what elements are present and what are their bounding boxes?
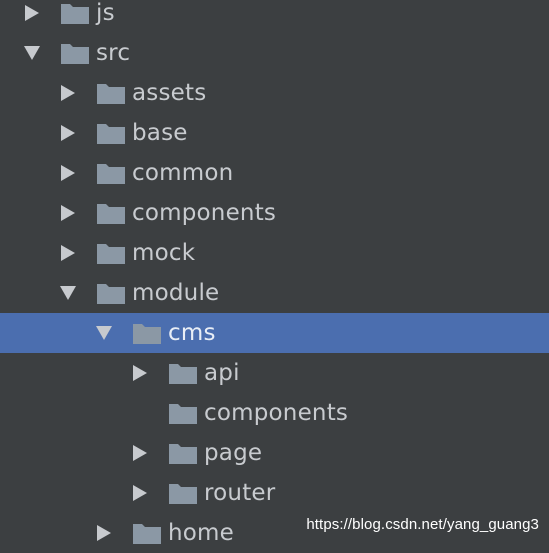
tree-node-components[interactable]: components [0,393,549,433]
folder-icon [96,243,126,265]
tree-node-label: page [204,440,263,466]
chevron-right-icon[interactable] [24,5,40,21]
tree-node-common[interactable]: common [0,153,549,193]
folder-icon [60,43,90,65]
tree-node-api[interactable]: api [0,353,549,393]
chevron-right-icon[interactable] [96,525,112,541]
chevron-right-icon[interactable] [132,485,148,501]
chevron-down-icon[interactable] [96,325,112,341]
project-tree: js src assets base common components mock modul… [0,0,549,553]
folder-icon [96,163,126,185]
chevron-right-icon[interactable] [60,85,76,101]
watermark: https://blog.csdn.net/yang_guang3 [306,516,539,533]
tree-node-label: base [132,120,188,146]
tree-node-base[interactable]: base [0,113,549,153]
tree-node-page[interactable]: page [0,433,549,473]
folder-icon [168,483,198,505]
chevron-down-icon[interactable] [60,285,76,301]
folder-icon [168,443,198,465]
chevron-down-icon[interactable] [24,45,40,61]
tree-node-label: api [204,360,240,386]
tree-node-mock[interactable]: mock [0,233,549,273]
tree-node-js[interactable]: js [0,0,549,33]
tree-node-cms[interactable]: cms [0,313,549,353]
folder-icon [168,363,198,385]
tree-node-label: router [204,480,276,506]
chevron-right-icon[interactable] [60,165,76,181]
tree-node-router[interactable]: router [0,473,549,513]
tree-node-label: mock [132,240,196,266]
folder-icon [96,123,126,145]
tree-node-module[interactable]: module [0,273,549,313]
chevron-right-icon[interactable] [60,245,76,261]
tree-node-assets[interactable]: assets [0,73,549,113]
tree-node-src[interactable]: src [0,33,549,73]
folder-icon [132,523,162,545]
folder-icon [96,83,126,105]
tree-node-label: module [132,280,220,306]
tree-node-label: components [132,200,277,226]
tree-node-label: js [96,0,115,26]
folder-icon [96,203,126,225]
chevron-right-icon[interactable] [132,445,148,461]
tree-node-components[interactable]: components [0,193,549,233]
folder-icon [60,3,90,25]
tree-node-label: assets [132,80,207,106]
chevron-right-icon[interactable] [132,365,148,381]
tree-node-label: common [132,160,234,186]
chevron-right-icon[interactable] [60,205,76,221]
chevron-right-icon[interactable] [60,125,76,141]
tree-node-label: cms [168,320,216,346]
tree-node-label: components [204,400,349,426]
folder-icon [96,283,126,305]
folder-icon [132,323,162,345]
tree-node-label: src [96,40,131,66]
folder-icon [168,403,198,425]
tree-node-label: home [168,520,235,546]
